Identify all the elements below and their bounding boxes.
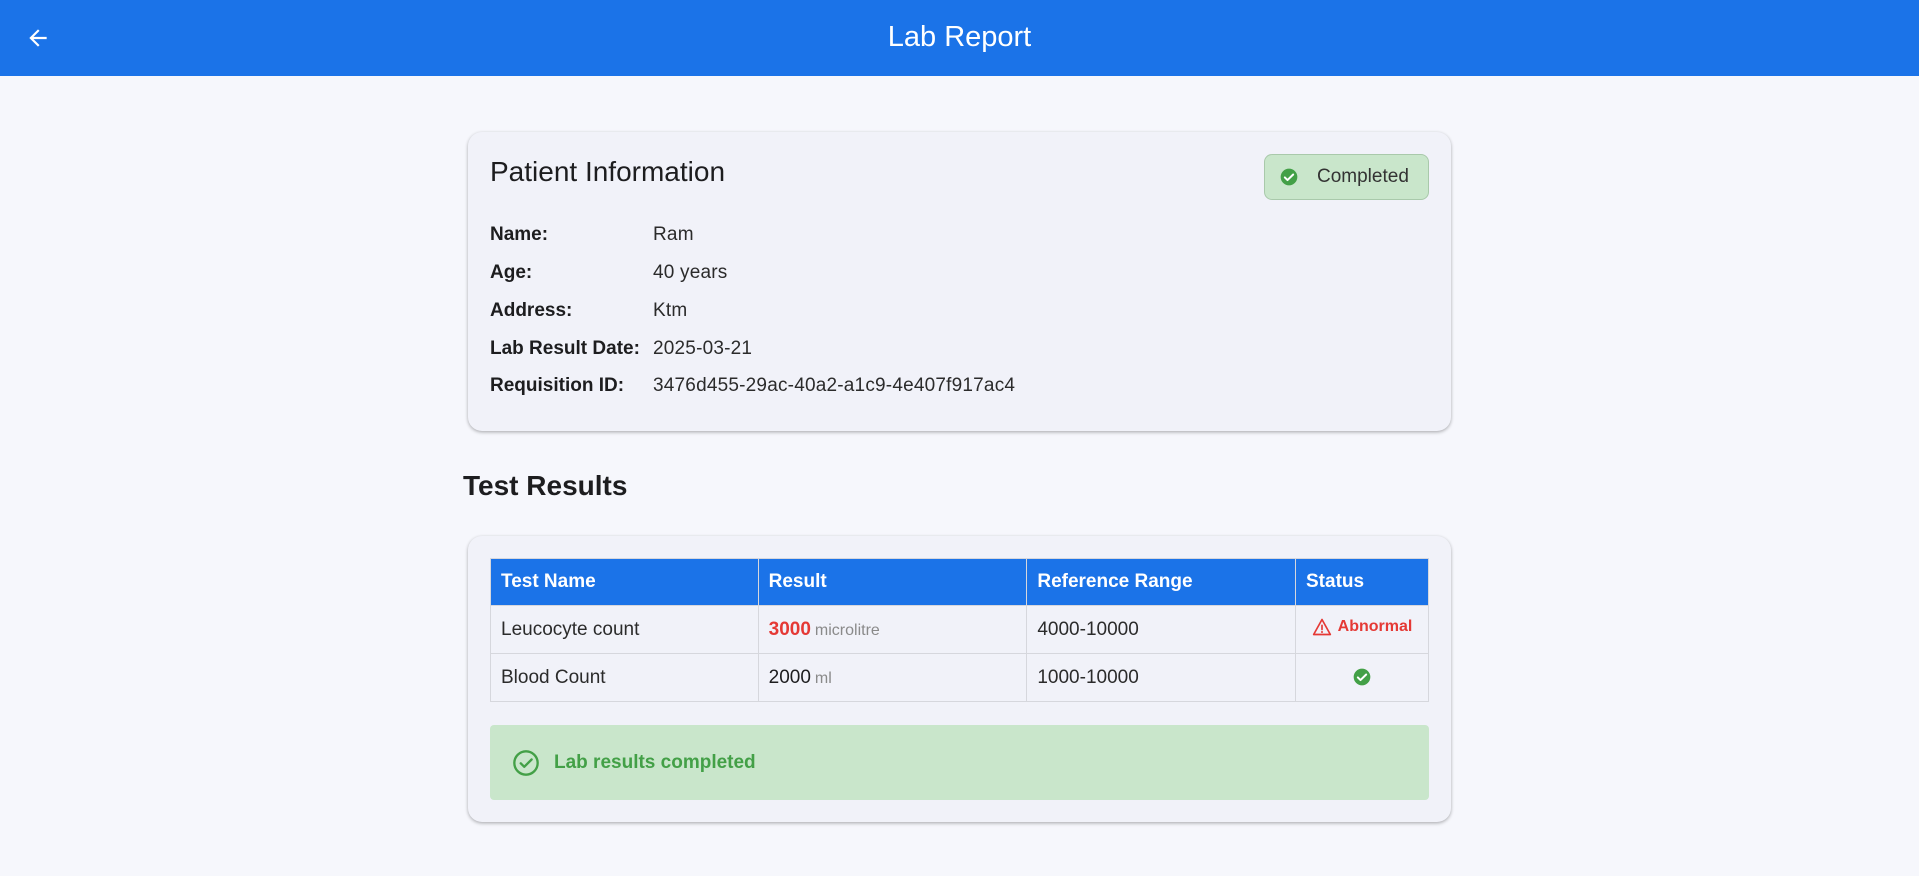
info-label: Lab Result Date: [490, 338, 640, 359]
test-results-heading: Test Results [463, 470, 628, 501]
table-row: Blood Count 2000 ml 1000-10000 [490, 653, 1429, 702]
page-title: Lab Report [887, 21, 1032, 53]
results-table: Test Name Result Reference Range Status … [490, 558, 1429, 702]
completion-banner-text: Lab results completed [554, 751, 756, 773]
abnormal-label: Abnormal [1337, 617, 1413, 635]
info-label: Address: [490, 300, 573, 321]
patient-info-heading: Patient Information [490, 156, 726, 187]
result-cell: 3000 microlitre [757, 605, 1028, 654]
info-value: 3476d455-29ac-40a2-a1c9-4e407f917ac4 [653, 375, 1016, 396]
check-circle-outline-icon [513, 749, 539, 776]
status-chip-label: Completed [1317, 166, 1409, 187]
test-name-cell: Leucocyte count [490, 605, 759, 654]
info-value: Ktm [653, 300, 688, 321]
result-value: 2000 [768, 666, 811, 688]
info-row-requisition-id: Requisition ID: 3476d455-29ac-40a2-a1c9-… [490, 374, 1015, 398]
completion-banner: Lab results completed [490, 725, 1429, 800]
reference-range-cell: 1000-10000 [1026, 653, 1296, 702]
info-row-name: Name: Ram [490, 223, 694, 247]
column-header-status: Status [1295, 558, 1429, 606]
column-header-result: Result [757, 558, 1028, 606]
test-results-card: Test Name Result Reference Range Status … [468, 536, 1451, 822]
table-header-row: Test Name Result Reference Range Status [490, 558, 1429, 606]
warning-triangle-icon [1312, 618, 1331, 635]
info-label: Requisition ID: [490, 375, 625, 396]
column-header-test-name: Test Name [490, 558, 759, 606]
info-value: Ram [653, 224, 694, 245]
status-chip: Completed [1264, 154, 1429, 200]
check-circle-icon [1353, 669, 1371, 686]
info-value: 2025-03-21 [653, 338, 753, 359]
info-value: 40 years [653, 262, 728, 283]
status-cell [1295, 653, 1429, 702]
check-circle-icon [1280, 168, 1298, 186]
result-cell: 2000 ml [757, 653, 1028, 702]
abnormal-badge: Abnormal [1312, 617, 1413, 637]
info-row-lab-result-date: Lab Result Date: 2025-03-21 [490, 337, 752, 361]
result-unit: ml [814, 669, 832, 687]
patient-info-card: Patient Information Completed Name: Ram … [468, 132, 1451, 431]
status-cell: Abnormal [1295, 605, 1429, 654]
info-row-age: Age: 40 years [490, 261, 727, 285]
column-header-reference-range: Reference Range [1026, 558, 1296, 606]
result-unit: microlitre [814, 621, 880, 639]
test-name-cell: Blood Count [490, 653, 759, 702]
info-label: Age: [490, 262, 533, 283]
info-row-address: Address: Ktm [490, 299, 687, 323]
info-label: Name: [490, 224, 549, 245]
app-bar: Lab Report [0, 0, 1919, 76]
table-row: Leucocyte count 3000 microlitre 4000-1000… [490, 605, 1429, 654]
result-value: 3000 [768, 618, 811, 640]
reference-range-cell: 4000-10000 [1026, 605, 1296, 654]
